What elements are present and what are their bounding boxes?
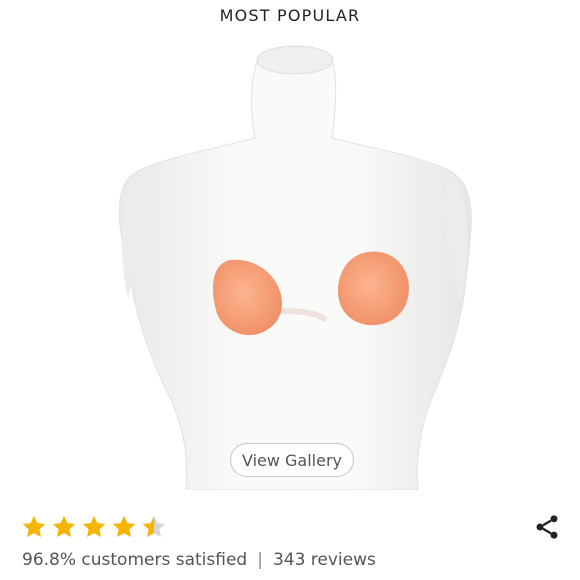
star-half-icon — [142, 515, 166, 538]
share-icon[interactable] — [533, 513, 561, 541]
star-icon — [22, 515, 46, 538]
view-gallery-button[interactable]: View Gallery — [230, 443, 354, 477]
most-popular-badge: MOST POPULAR — [219, 6, 361, 25]
satisfaction-text: 96.8% customers satisfied — [22, 550, 248, 570]
star-icon — [52, 515, 76, 538]
star-icon — [112, 515, 136, 538]
summary-separator: | — [257, 550, 263, 570]
product-image[interactable] — [100, 38, 480, 490]
star-rating — [20, 513, 168, 541]
reviews-link[interactable]: 343 reviews — [273, 550, 376, 570]
star-icon — [82, 515, 106, 538]
rating-summary: 96.8% customers satisfied | 343 reviews — [22, 550, 376, 570]
